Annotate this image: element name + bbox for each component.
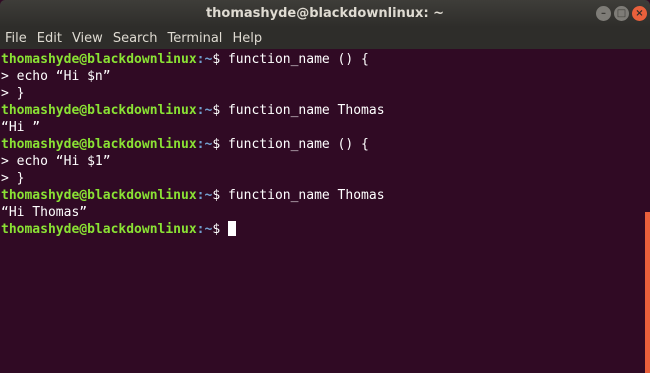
prompt-path: :~ (196, 222, 213, 237)
output-line: “Hi ” (0, 119, 642, 136)
prompt-line: thomashyde@blackdownlinux:~$ (0, 221, 642, 238)
prompt-path: :~ (196, 103, 213, 118)
menu-edit[interactable]: Edit (33, 31, 66, 46)
output-text: > } (1, 171, 25, 186)
command-text: function_name () { (220, 52, 369, 67)
prompt-path: :~ (196, 137, 213, 152)
prompt-user-host: thomashyde@blackdownlinux (1, 222, 197, 237)
close-button[interactable]: × (632, 6, 647, 21)
prompt-user-host: thomashyde@blackdownlinux (1, 137, 197, 152)
output-line: > } (0, 170, 642, 187)
command-text: function_name Thomas (220, 188, 385, 203)
menu-help[interactable]: Help (228, 31, 266, 46)
prompt-line: thomashyde@blackdownlinux:~$ function_na… (0, 187, 642, 204)
prompt-symbol: $ (212, 137, 221, 152)
prompt-symbol: $ (212, 188, 221, 203)
command-text: function_name () { (220, 137, 369, 152)
prompt-line: thomashyde@blackdownlinux:~$ function_na… (0, 136, 642, 153)
output-text: “Hi ” (1, 120, 41, 135)
menu-terminal[interactable]: Terminal (163, 31, 226, 46)
prompt-path: :~ (196, 52, 213, 67)
prompt-user-host: thomashyde@blackdownlinux (1, 52, 197, 67)
prompt-user-host: thomashyde@blackdownlinux (1, 103, 197, 118)
menu-bar: File Edit View Search Terminal Help (0, 27, 650, 49)
prompt-path: :~ (196, 188, 213, 203)
output-text: > } (1, 86, 25, 101)
minimize-button[interactable]: – (596, 6, 611, 21)
window-title: thomashyde@blackdownlinux: ~ (205, 6, 445, 21)
menu-view[interactable]: View (68, 31, 107, 46)
prompt-line: thomashyde@blackdownlinux:~$ function_na… (0, 102, 642, 119)
prompt-symbol: $ (212, 103, 221, 118)
output-line: “Hi Thomas” (0, 204, 642, 221)
maximize-button[interactable]: □ (614, 6, 629, 21)
command-text: function_name Thomas (220, 103, 385, 118)
output-text: “Hi Thomas” (1, 205, 88, 220)
output-text: > echo “Hi $1” (1, 154, 111, 169)
terminal-window: thomashyde@blackdownlinux: ~ – □ × File … (0, 0, 650, 373)
output-line: > echo “Hi $1” (0, 153, 642, 170)
title-bar[interactable]: thomashyde@blackdownlinux: ~ – □ × (0, 0, 650, 27)
output-line: > } (0, 85, 642, 102)
menu-file[interactable]: File (1, 31, 31, 46)
scrollbar[interactable] (645, 212, 650, 373)
text-cursor (228, 221, 237, 236)
terminal-output[interactable]: thomashyde@blackdownlinux:~$ function_na… (0, 49, 642, 373)
output-text: > echo “Hi $n” (1, 69, 111, 84)
menu-search[interactable]: Search (109, 31, 162, 46)
output-line: > echo “Hi $n” (0, 68, 642, 85)
prompt-user-host: thomashyde@blackdownlinux (1, 188, 197, 203)
prompt-symbol: $ (212, 52, 221, 67)
prompt-line: thomashyde@blackdownlinux:~$ function_na… (0, 51, 642, 68)
prompt-symbol: $ (212, 222, 221, 237)
